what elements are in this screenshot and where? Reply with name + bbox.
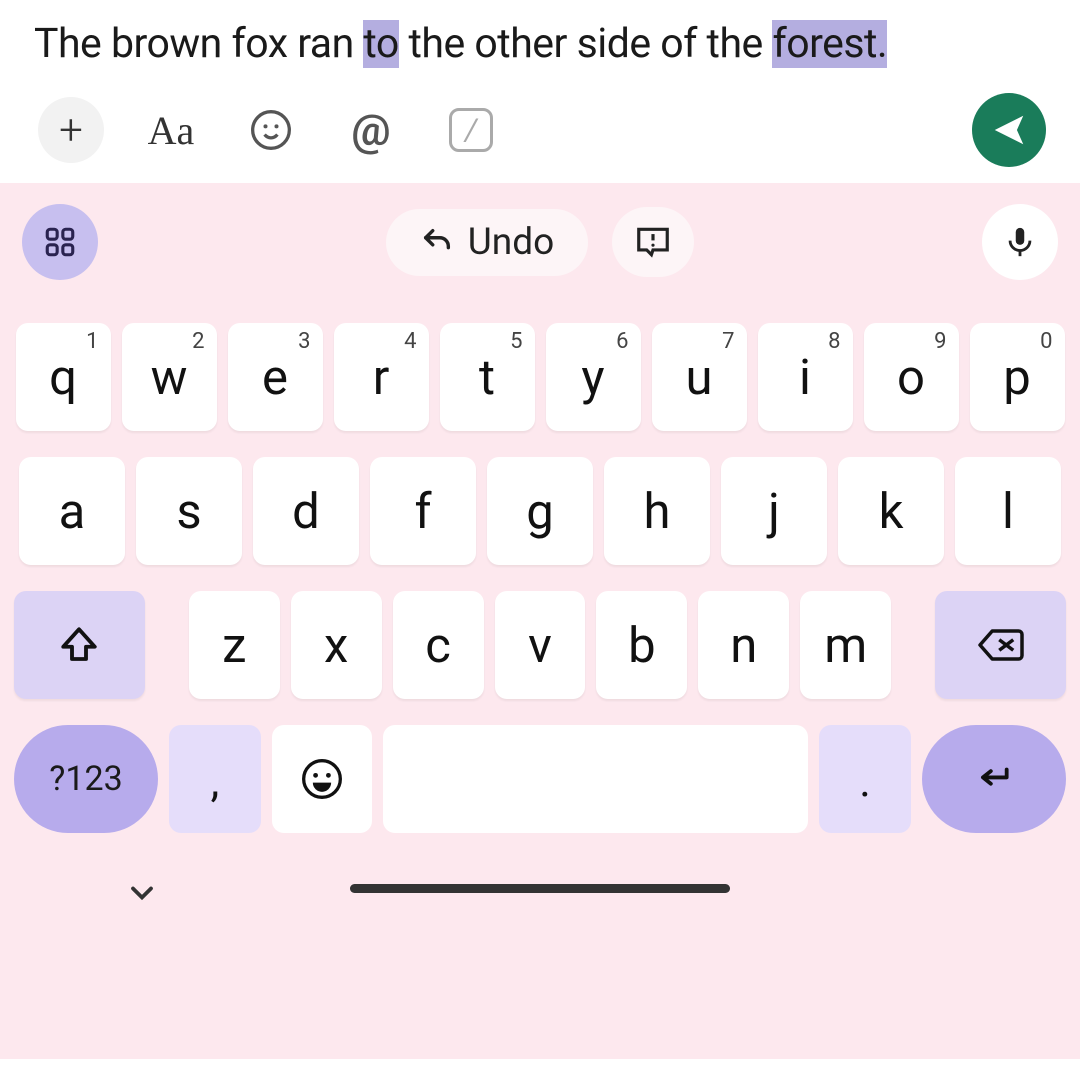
- grid-icon: [43, 225, 77, 259]
- keyboard-row-1: q1w2e3r4t5y6u7i8o9p0: [14, 323, 1066, 431]
- key-f[interactable]: f: [370, 457, 476, 565]
- nav-handle[interactable]: [350, 884, 730, 893]
- key-b[interactable]: b: [596, 591, 687, 699]
- comma-key[interactable]: ,: [169, 725, 261, 833]
- nav-bar: [14, 833, 1066, 943]
- feedback-icon: [634, 223, 672, 261]
- key-hint: 6: [616, 329, 628, 354]
- keyboard-row-4: ?123 , .: [14, 725, 1066, 833]
- key-w[interactable]: w2: [122, 323, 217, 431]
- compose-segment: The brown fox ran: [34, 20, 363, 68]
- add-button[interactable]: +: [38, 97, 104, 163]
- key-s[interactable]: s: [136, 457, 242, 565]
- period-key[interactable]: .: [819, 725, 911, 833]
- key-x[interactable]: x: [291, 591, 382, 699]
- mic-icon: [1003, 225, 1037, 259]
- slash-icon: /: [449, 108, 493, 152]
- key-hint: 8: [828, 329, 840, 354]
- key-hint: 7: [722, 329, 734, 354]
- voice-input-button[interactable]: [982, 204, 1058, 280]
- key-p[interactable]: p0: [970, 323, 1065, 431]
- key-hint: 4: [404, 329, 416, 354]
- dismiss-keyboard-button[interactable]: [124, 875, 160, 911]
- backspace-key[interactable]: [935, 591, 1066, 699]
- text-format-button[interactable]: Aa: [138, 97, 204, 163]
- key-hint: 0: [1040, 329, 1052, 354]
- key-u[interactable]: u7: [652, 323, 747, 431]
- key-hint: 9: [934, 329, 946, 354]
- backspace-icon: [975, 624, 1027, 666]
- key-hint: 5: [510, 329, 522, 354]
- key-m[interactable]: m: [800, 591, 891, 699]
- key-l[interactable]: l: [955, 457, 1061, 565]
- key-r[interactable]: r4: [334, 323, 429, 431]
- symbols-key[interactable]: ?123: [14, 725, 158, 833]
- keyboard-suggestion-bar: Undo: [14, 201, 1066, 283]
- compose-text[interactable]: The brown fox ran to the other side of t…: [34, 18, 1046, 71]
- key-a[interactable]: a: [19, 457, 125, 565]
- undo-label: Undo: [468, 221, 554, 264]
- compose-segment: forest.: [772, 20, 887, 68]
- space-key[interactable]: [383, 725, 808, 833]
- key-k[interactable]: k: [838, 457, 944, 565]
- key-d[interactable]: d: [253, 457, 359, 565]
- key-y[interactable]: y6: [546, 323, 641, 431]
- key-j[interactable]: j: [721, 457, 827, 565]
- key-c[interactable]: c: [393, 591, 484, 699]
- smiley-icon: [249, 108, 293, 152]
- mention-button[interactable]: @: [338, 97, 404, 163]
- key-i[interactable]: i8: [758, 323, 853, 431]
- slash-command-button[interactable]: /: [438, 97, 504, 163]
- shift-key[interactable]: [14, 591, 145, 699]
- keyboard-row-3: zxcvbnm: [14, 591, 1066, 699]
- key-q[interactable]: q1: [16, 323, 111, 431]
- key-h[interactable]: h: [604, 457, 710, 565]
- compose-segment: the other side of the: [399, 20, 773, 68]
- key-hint: 3: [298, 329, 310, 354]
- send-icon: [990, 111, 1028, 149]
- shift-icon: [58, 624, 100, 666]
- key-v[interactable]: v: [495, 591, 586, 699]
- undo-icon: [420, 225, 454, 259]
- emoji-button[interactable]: [238, 97, 304, 163]
- key-hint: 2: [192, 329, 204, 354]
- undo-button[interactable]: Undo: [386, 209, 588, 276]
- key-g[interactable]: g: [487, 457, 593, 565]
- emoji-icon: [300, 757, 344, 801]
- enter-icon: [970, 760, 1018, 798]
- keyboard-row-2: asdfghjkl: [14, 457, 1066, 565]
- key-z[interactable]: z: [189, 591, 280, 699]
- emoji-key[interactable]: [272, 725, 372, 833]
- compose-area: The brown fox ran to the other side of t…: [0, 0, 1080, 183]
- send-button[interactable]: [972, 93, 1046, 167]
- keyboard-apps-button[interactable]: [22, 204, 98, 280]
- format-bar: + Aa @ /: [34, 71, 1046, 183]
- key-o[interactable]: o9: [864, 323, 959, 431]
- compose-segment: to: [363, 20, 398, 68]
- enter-key[interactable]: [922, 725, 1066, 833]
- keyboard-rows: q1w2e3r4t5y6u7i8o9p0 asdfghjkl zxcvbnm ?…: [14, 323, 1066, 833]
- key-hint: 1: [86, 329, 98, 354]
- chevron-down-icon: [124, 875, 160, 911]
- keyboard: Undo q1w2e3r4t5y6u7i8o9p0 asdfghjkl zxcv…: [0, 183, 1080, 1059]
- key-t[interactable]: t5: [440, 323, 535, 431]
- key-n[interactable]: n: [698, 591, 789, 699]
- feedback-button[interactable]: [612, 207, 694, 277]
- key-e[interactable]: e3: [228, 323, 323, 431]
